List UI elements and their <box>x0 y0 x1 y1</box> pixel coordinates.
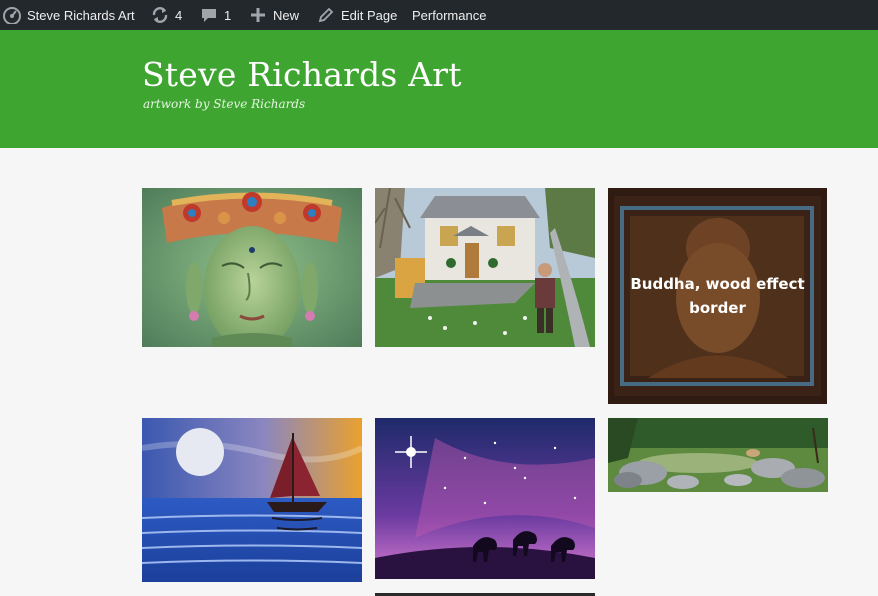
cottage-image <box>375 188 595 347</box>
site-description: artwork by Steve Richards <box>143 97 306 111</box>
dashboard-icon <box>3 6 21 24</box>
new-label: New <box>273 7 300 23</box>
admin-site-menu[interactable]: Steve Richards Art <box>3 0 135 30</box>
gallery-item-sailboat[interactable] <box>142 418 362 582</box>
site-header: Steve Richards Art artwork by Steve Rich… <box>0 30 878 148</box>
gallery-caption-overlay: Buddha, wood effect border <box>608 188 827 404</box>
river-rocks-image <box>608 418 828 492</box>
site-title[interactable]: Steve Richards Art <box>142 55 462 94</box>
admin-site-name: Steve Richards Art <box>27 7 135 23</box>
admin-bar: Steve Richards Art 4 1 New Edit Page Per… <box>0 0 878 30</box>
edit-page-label: Edit Page <box>341 7 398 23</box>
gallery-item-river-rocks[interactable] <box>608 418 828 492</box>
comment-icon <box>200 6 218 24</box>
updates-link[interactable]: 4 <box>151 0 182 30</box>
new-content-link[interactable]: New <box>249 0 299 30</box>
gallery-item-buddha-wood[interactable]: Buddha, wood effect border <box>608 188 827 404</box>
comments-link[interactable]: 1 <box>200 0 231 30</box>
gallery-item-three-kings[interactable] <box>375 418 595 579</box>
gallery-caption: Buddha, wood effect border <box>630 275 805 317</box>
gallery-item-cottage[interactable] <box>375 188 595 347</box>
comments-count: 1 <box>224 7 232 23</box>
performance-link[interactable]: Performance <box>412 0 486 30</box>
pencil-icon <box>317 6 335 24</box>
gallery-item-green-buddha[interactable] <box>142 188 362 347</box>
updates-icon <box>151 6 169 24</box>
three-kings-image <box>375 418 595 579</box>
plus-icon <box>249 6 267 24</box>
green-buddha-image <box>142 188 362 347</box>
edit-page-link[interactable]: Edit Page <box>317 0 397 30</box>
performance-label: Performance <box>412 7 487 23</box>
sailboat-image <box>142 418 362 582</box>
updates-count: 4 <box>175 7 183 23</box>
